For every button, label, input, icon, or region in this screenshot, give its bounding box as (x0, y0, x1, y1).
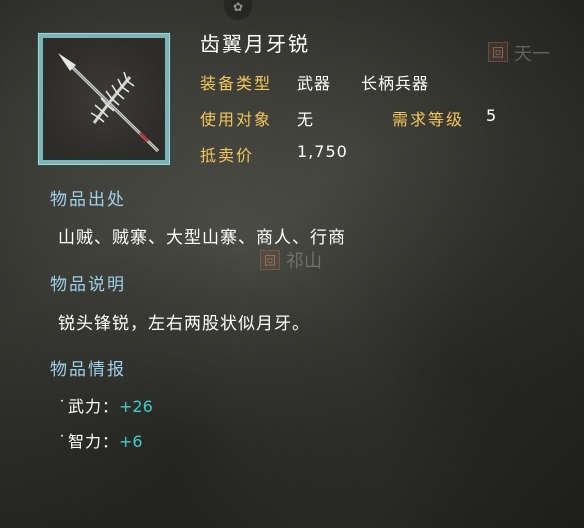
crescent-spear-icon (58, 53, 160, 153)
intel-heading: 物品情报 (50, 360, 126, 380)
equip-type-value-row: 武器 (297, 70, 331, 94)
level-row: 需求等级 (392, 106, 464, 130)
description-text: 锐头锋锐，左右两股状似月牙。 (58, 314, 310, 334)
stat-value: +6 (119, 432, 143, 451)
price-row: 抵卖价 (200, 142, 254, 166)
item-name: 齿翼月牙锐 (200, 32, 310, 56)
source-heading: 物品出处 (50, 190, 126, 210)
stat-row-force: ˙ 武力：+26 (58, 393, 153, 417)
stat-name: 武力： (68, 397, 120, 416)
stat-bullet: ˙ (58, 432, 66, 451)
price-value: 1,750 (297, 142, 348, 161)
price-label: 抵卖价 (200, 146, 255, 165)
target-row: 使用对象 (200, 106, 272, 130)
item-icon-frame (38, 33, 170, 165)
item-icon-slot (43, 38, 165, 160)
level-label: 需求等级 (392, 110, 465, 129)
stat-name: 智力： (68, 432, 120, 451)
description-heading: 物品说明 (50, 275, 126, 295)
equip-type-row: 装备类型 (200, 70, 272, 94)
stat-bullet: ˙ (58, 397, 66, 416)
target-value-row: 无 (297, 106, 314, 130)
equip-subtype-value: 长柄兵器 (361, 74, 430, 93)
level-value: 5 (486, 106, 498, 125)
level-value-row: 5 (486, 106, 497, 125)
equip-type-label: 装备类型 (200, 74, 273, 93)
price-value-row: 1,750 (297, 142, 348, 161)
target-label: 使用对象 (200, 110, 273, 129)
stat-row-intellect: ˙ 智力：+6 (58, 428, 143, 452)
stat-value: +26 (119, 397, 153, 416)
item-tooltip: 齿翼月牙锐 装备类型 武器 长柄兵器 使用对象 无 需求等级 5 抵卖价 1,7… (0, 0, 584, 528)
target-value: 无 (297, 110, 315, 129)
equip-type-value: 武器 (297, 74, 332, 93)
equip-subtype-row: 长柄兵器 (361, 70, 429, 94)
source-text: 山贼、贼寨、大型山寨、商人、行商 (58, 228, 346, 248)
